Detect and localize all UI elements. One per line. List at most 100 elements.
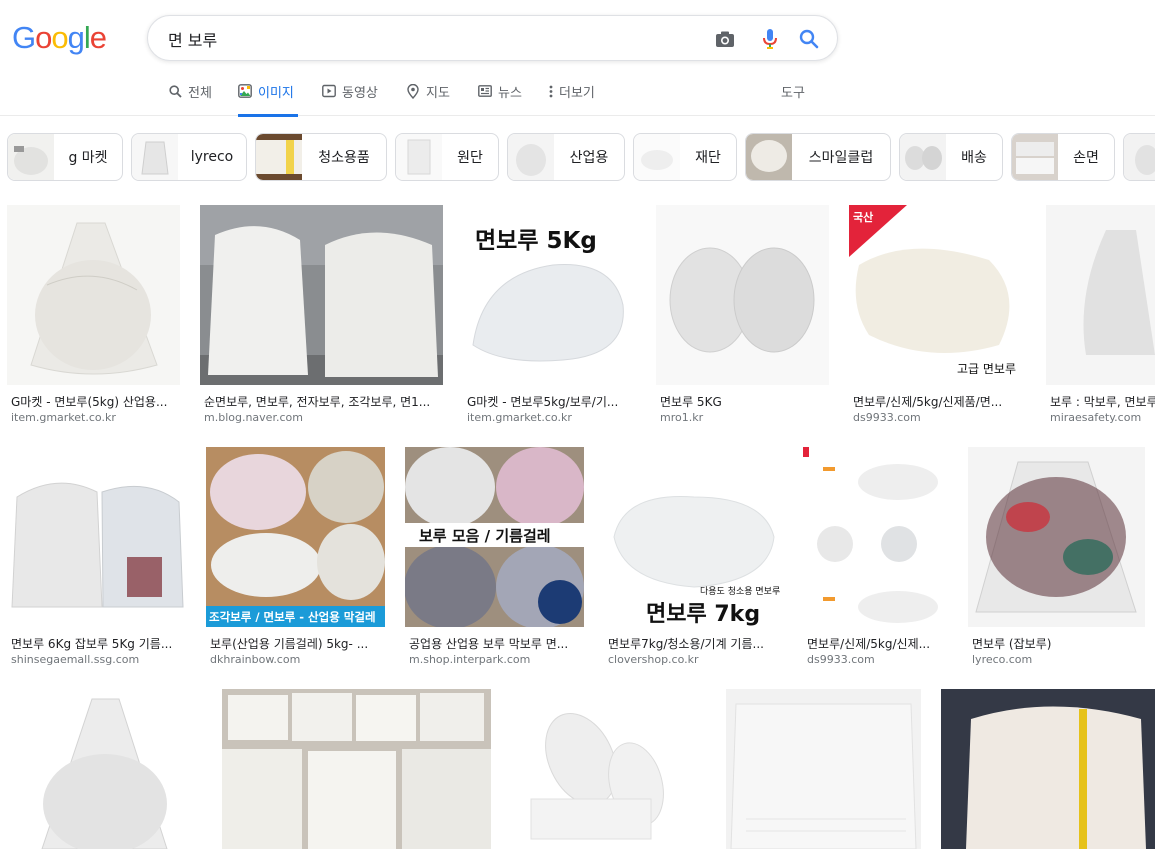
result-source: miraesafety.com bbox=[1050, 411, 1142, 424]
chip-thumbnail bbox=[132, 134, 178, 180]
image-result[interactable]: 국산 고급 면보루 면보루/신제/5kg/신제품/면... ds9933.com bbox=[849, 205, 1026, 425]
chip-label: 원단 bbox=[457, 150, 483, 166]
tab-all[interactable]: 전체 bbox=[168, 82, 212, 116]
chip-smile-club[interactable]: 스마일클럽 bbox=[745, 133, 891, 181]
image-result[interactable]: 다용도 청소용 면보루 면보루 7kg 면보루7kg/청소용/기계 기름... … bbox=[604, 447, 783, 667]
result-caption: 보루 : 막보루, 면보루 bbox=[1050, 395, 1155, 409]
chip-thumbnail bbox=[1012, 134, 1058, 180]
chip-thumbnail bbox=[900, 134, 946, 180]
tab-label: 동영상 bbox=[342, 86, 378, 101]
search-input[interactable] bbox=[168, 27, 688, 51]
image-result[interactable]: 면보루 5KG mro1.kr bbox=[656, 205, 829, 425]
result-thumbnail bbox=[200, 205, 443, 385]
overlay-text: 면보루 7kg bbox=[646, 602, 761, 627]
chip-cutting[interactable]: 재단 bbox=[633, 133, 737, 181]
image-result[interactable] bbox=[222, 689, 491, 849]
tab-maps[interactable]: 지도 bbox=[406, 82, 450, 116]
chip-partial[interactable] bbox=[1123, 133, 1155, 181]
image-result[interactable]: 순면보루, 면보루, 전자보루, 조각보루, 면1... m.blog.nave… bbox=[200, 205, 443, 425]
result-thumbnail: 국산 고급 면보루 bbox=[849, 205, 1026, 385]
corner-badge: 국산 bbox=[853, 211, 874, 224]
chip-label: 손면 bbox=[1073, 150, 1099, 166]
result-thumbnail bbox=[1046, 205, 1155, 385]
search-icon[interactable] bbox=[798, 28, 820, 50]
result-caption: 면보루/신제/5kg/신제... bbox=[807, 637, 931, 651]
chip-label: 배송 bbox=[961, 150, 987, 166]
chip-thumbnail bbox=[634, 134, 680, 180]
result-thumbnail: 보루 모음 / 기름걸레 bbox=[405, 447, 584, 627]
image-result[interactable] bbox=[7, 689, 202, 849]
chip-thumbnail bbox=[396, 134, 442, 180]
result-source: mro1.kr bbox=[660, 411, 704, 424]
tab-label: 이미지 bbox=[258, 86, 294, 101]
map-pin-icon bbox=[406, 83, 420, 99]
tab-images[interactable]: 이미지 bbox=[238, 82, 298, 117]
chip-thumbnail bbox=[1124, 134, 1155, 180]
tab-label: 더보기 bbox=[559, 86, 595, 101]
image-result[interactable]: 보루 모음 / 기름걸레 공업용 산업용 보루 막보루 면... m.shop.… bbox=[405, 447, 584, 667]
result-thumbnail bbox=[656, 205, 829, 385]
tools-button[interactable]: 도구 bbox=[781, 82, 805, 101]
overlay-text: 보루 모음 / 기름걸레 bbox=[419, 527, 551, 545]
tab-more[interactable]: 더보기 bbox=[548, 82, 595, 116]
image-result[interactable] bbox=[726, 689, 921, 849]
logo-letter: e bbox=[89, 20, 107, 55]
chip-shipping[interactable]: 배송 bbox=[899, 133, 1003, 181]
result-source: dkhrainbow.com bbox=[210, 653, 301, 666]
image-result[interactable]: G마켓 - 면보루(5kg) 산업용... item.gmarket.co.kr bbox=[7, 205, 180, 425]
result-source: clovershop.co.kr bbox=[608, 653, 699, 666]
result-source: item.gmarket.co.kr bbox=[467, 411, 572, 424]
overlay-text: 고급 면보루 bbox=[957, 362, 1017, 376]
image-result[interactable]: 면보루 5Kg G마켓 - 면보루5kg/보루/기... item.gmarke… bbox=[463, 205, 636, 425]
result-caption: 공업용 산업용 보루 막보루 면... bbox=[409, 637, 569, 651]
image-result[interactable]: 면보루/신제/5kg/신제... ds9933.com bbox=[803, 447, 948, 667]
image-result[interactable] bbox=[941, 689, 1155, 849]
overlay-text: 면보루 5Kg bbox=[475, 228, 597, 254]
tab-news[interactable]: 뉴스 bbox=[478, 82, 522, 116]
chip-industrial[interactable]: 산업용 bbox=[507, 133, 625, 181]
chip-pure-cotton[interactable]: 손면 bbox=[1011, 133, 1115, 181]
result-caption: G마켓 - 면보루(5kg) 산업용... bbox=[11, 395, 168, 409]
chip-thumbnail bbox=[508, 134, 554, 180]
tab-label: 지도 bbox=[426, 86, 450, 101]
search-box[interactable] bbox=[147, 15, 838, 61]
image-result[interactable]: 면보루 6Kg 잡보루 5Kg 기름... shinsegaemall.ssg.… bbox=[7, 447, 186, 667]
result-caption: 순면보루, 면보루, 전자보루, 조각보루, 면1... bbox=[204, 395, 431, 409]
chip-label: g 마켓 bbox=[68, 150, 108, 166]
result-caption: 면보루/신제/5kg/신제품/면... bbox=[853, 395, 1003, 409]
result-caption: 면보루 (잡보루) bbox=[972, 637, 1052, 651]
chip-label: 재단 bbox=[695, 150, 721, 166]
more-vert-icon bbox=[548, 84, 554, 98]
result-source: m.blog.naver.com bbox=[204, 411, 303, 424]
mic-icon[interactable] bbox=[759, 28, 781, 50]
image-result[interactable]: 보루 : 막보루, 면보루 miraesafety.com bbox=[1046, 205, 1155, 425]
chip-cleaning-supplies[interactable]: 청소용품 bbox=[255, 133, 387, 181]
result-source: item.gmarket.co.kr bbox=[11, 411, 116, 424]
chip-fabric[interactable]: 원단 bbox=[395, 133, 499, 181]
result-caption: G마켓 - 면보루5kg/보루/기... bbox=[467, 395, 619, 409]
camera-icon[interactable] bbox=[714, 28, 736, 50]
result-thumbnail bbox=[968, 447, 1145, 627]
result-thumbnail bbox=[941, 689, 1155, 849]
google-logo[interactable]: Google bbox=[12, 20, 107, 56]
result-thumbnail: 면보루 5Kg bbox=[463, 205, 636, 385]
tab-label: 뉴스 bbox=[498, 86, 522, 101]
result-thumbnail bbox=[803, 447, 948, 627]
chip-thumbnail bbox=[746, 134, 792, 180]
tab-label: 전체 bbox=[188, 86, 212, 101]
result-thumbnail: 다용도 청소용 면보루 면보루 7kg bbox=[604, 447, 783, 627]
result-caption: 면보루7kg/청소용/기계 기름... bbox=[608, 637, 764, 651]
chip-gmarket[interactable]: g 마켓 bbox=[7, 133, 123, 181]
logo-letter: o bbox=[35, 20, 52, 55]
chip-lyreco[interactable]: lyreco bbox=[131, 133, 247, 181]
image-result[interactable]: 면보루 (잡보루) lyreco.com bbox=[968, 447, 1145, 667]
result-thumbnail: 조각보루 / 면보루 - 산업용 막걸레 bbox=[206, 447, 385, 627]
tab-videos[interactable]: 동영상 bbox=[322, 82, 378, 116]
video-icon bbox=[322, 84, 336, 98]
result-caption: 면보루 6Kg 잡보루 5Kg 기름... bbox=[11, 637, 173, 651]
chip-thumbnail bbox=[8, 134, 54, 180]
result-source: ds9933.com bbox=[807, 653, 875, 666]
image-result[interactable]: 조각보루 / 면보루 - 산업용 막걸레 보루(산업용 기름걸레) 5kg- .… bbox=[206, 447, 385, 667]
image-result[interactable] bbox=[511, 689, 706, 849]
logo-letter: g bbox=[67, 20, 85, 55]
